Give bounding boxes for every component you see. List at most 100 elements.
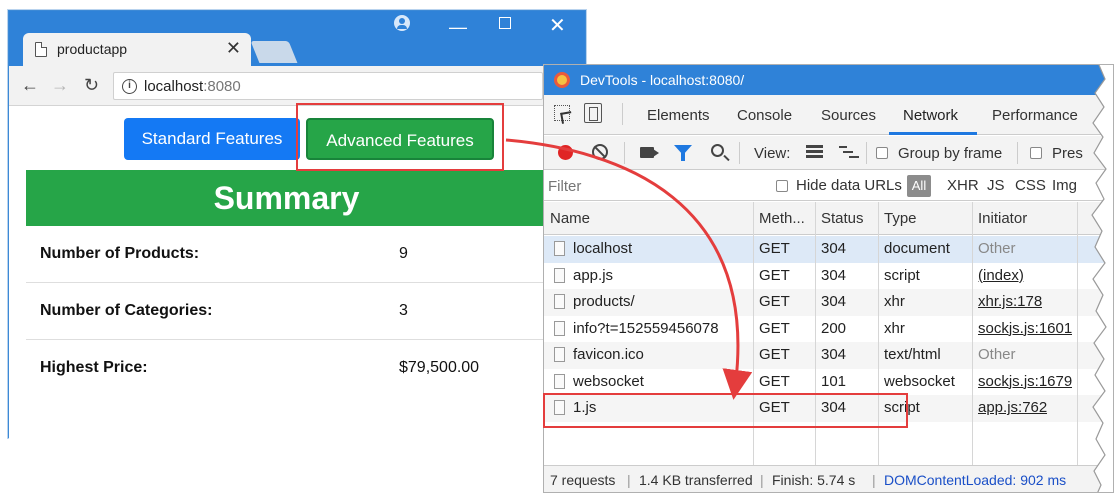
request-row[interactable]: info?t=152559456078 GET 200 xhr sockjs.j… — [544, 316, 1113, 343]
request-count: 7 requests — [550, 472, 616, 488]
row-label: Highest Price: — [40, 359, 148, 376]
view-label: View: — [754, 145, 791, 162]
filter-icon[interactable] — [674, 145, 692, 161]
request-row[interactable]: localhost GET 304 document Other — [544, 236, 1113, 263]
search-icon[interactable] — [711, 144, 724, 157]
divider — [866, 142, 867, 164]
column-header-method[interactable]: Meth... — [759, 210, 805, 227]
tab-performance[interactable]: Performance — [992, 107, 1078, 124]
request-type: document — [884, 240, 950, 257]
preserve-log-label: Pres — [1052, 145, 1083, 162]
type-filter-img[interactable]: Img — [1052, 177, 1077, 194]
browser-tab[interactable]: productapp ✕ — [23, 33, 251, 66]
request-status: 304 — [821, 346, 847, 363]
request-initiator-link[interactable]: sockjs.js:1679 — [978, 373, 1072, 390]
browser-window: productapp ✕ — ✕ ← → ↻ i localhost:8080 … — [8, 10, 587, 439]
back-arrow-icon[interactable]: ← — [21, 75, 39, 96]
transferred-size: 1.4 KB transferred — [639, 472, 753, 488]
request-name: favicon.ico — [573, 346, 644, 363]
file-icon — [554, 241, 565, 256]
request-type: websocket — [884, 372, 955, 390]
request-status: 304 — [821, 240, 847, 257]
row-value: $79,500.00 — [399, 359, 480, 376]
file-icon — [554, 347, 565, 362]
tab-console[interactable]: Console — [737, 107, 792, 124]
column-header-name[interactable]: Name — [550, 210, 590, 227]
request-method: GET — [759, 240, 790, 257]
request-row[interactable]: app.js GET 304 script (index) — [544, 263, 1113, 290]
browser-title-bar: productapp ✕ — ✕ — [9, 11, 585, 66]
request-initiator-link[interactable]: xhr.js:178 — [978, 293, 1042, 310]
record-icon[interactable] — [558, 145, 573, 160]
status-separator: | — [760, 472, 764, 488]
summary-header: Summary — [26, 170, 587, 226]
forward-arrow-icon[interactable]: → — [51, 75, 69, 96]
tab-sources[interactable]: Sources — [821, 107, 876, 124]
type-filter-js[interactable]: JS — [987, 177, 1005, 194]
active-tab-indicator — [889, 132, 977, 135]
divider — [739, 142, 740, 164]
waterfall-icon[interactable] — [839, 146, 859, 158]
devtools-window: DevTools - localhost:8080/ Elements Cons… — [543, 64, 1114, 493]
url-input[interactable]: i localhost:8080 ☆ — [113, 72, 570, 100]
request-initiator-link[interactable]: sockjs.js:1601 — [978, 320, 1072, 337]
maximize-icon[interactable] — [499, 17, 511, 29]
devtools-title-bar: DevTools - localhost:8080/ — [544, 65, 1113, 95]
tab-close-icon[interactable]: ✕ — [226, 38, 241, 59]
group-by-frame-label: Group by frame — [898, 145, 1003, 162]
network-toolbar: View: Group by frame Pres — [544, 136, 1113, 170]
request-row[interactable]: products/ GET 304 xhr xhr.js:178 — [544, 289, 1113, 316]
request-row[interactable]: websocket GET 101 websocket sockjs.js:16… — [544, 369, 1113, 396]
device-toolbar-icon[interactable] — [584, 103, 602, 123]
type-filter-css[interactable]: CSS — [1015, 177, 1046, 194]
request-name: app.js — [573, 266, 614, 284]
inspect-element-icon[interactable] — [554, 105, 570, 121]
chrome-icon — [554, 72, 570, 88]
address-bar: ← → ↻ i localhost:8080 ☆ — [9, 66, 585, 106]
summary-row-highest-price: Highest Price: $79,500.00 — [26, 340, 587, 397]
tab-network[interactable]: Network — [903, 107, 958, 124]
request-method: GET — [759, 372, 790, 390]
minimize-icon[interactable]: — — [449, 17, 467, 38]
tab-elements[interactable]: Elements — [647, 107, 710, 124]
new-request-highlight — [543, 393, 908, 428]
standard-features-button[interactable]: Standard Features — [124, 118, 300, 160]
file-icon — [554, 373, 565, 389]
column-divider[interactable] — [1077, 202, 1078, 467]
request-row[interactable]: favicon.ico GET 304 text/html Other — [544, 342, 1113, 369]
column-header-status[interactable]: Status — [821, 210, 864, 227]
devtools-title: DevTools - localhost:8080/ — [580, 72, 745, 88]
request-type: script — [884, 266, 920, 284]
finish-time: Finish: 5.74 s — [772, 472, 856, 488]
info-icon[interactable]: i — [122, 79, 137, 94]
dom-content-loaded: DOMContentLoaded: 902 ms — [884, 472, 1067, 488]
filter-input[interactable] — [548, 174, 760, 198]
tab-title: productapp — [57, 41, 128, 57]
window-close-icon[interactable]: ✕ — [549, 13, 566, 38]
user-profile-icon[interactable] — [394, 15, 410, 31]
column-divider[interactable] — [972, 202, 973, 467]
devtools-tab-bar: Elements Console Sources Network Perform… — [544, 95, 1113, 135]
advanced-features-highlight — [296, 103, 504, 171]
preserve-log-checkbox[interactable] — [1030, 147, 1042, 159]
column-header-initiator[interactable]: Initiator — [978, 210, 1027, 227]
capture-screenshots-icon[interactable] — [640, 147, 659, 158]
hide-data-urls-checkbox[interactable] — [776, 180, 788, 192]
large-rows-icon[interactable] — [806, 145, 823, 158]
request-method: GET — [759, 266, 790, 284]
column-header-type[interactable]: Type — [884, 210, 917, 227]
request-initiator-link[interactable]: (index) — [978, 267, 1024, 284]
reload-icon[interactable]: ↻ — [84, 75, 99, 96]
type-filter-xhr[interactable]: XHR — [947, 177, 979, 194]
torn-edge — [1091, 65, 1113, 492]
group-by-frame-checkbox[interactable] — [876, 147, 888, 159]
file-icon — [554, 267, 565, 283]
type-filter-all[interactable]: All — [907, 175, 931, 197]
clear-icon[interactable] — [592, 144, 608, 160]
request-status: 101 — [821, 372, 847, 390]
new-tab-button[interactable] — [250, 41, 298, 63]
request-name: websocket — [573, 372, 644, 390]
url-text: localhost:8080 — [144, 78, 241, 95]
request-initiator-link[interactable]: app.js:762 — [978, 399, 1047, 416]
request-name: localhost — [573, 240, 633, 257]
